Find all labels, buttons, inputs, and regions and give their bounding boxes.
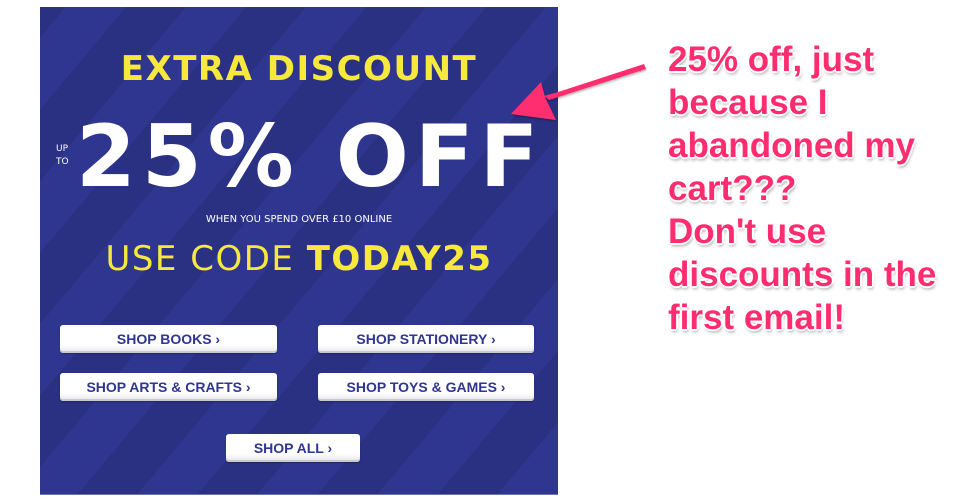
- shop-toys-games-button[interactable]: SHOP TOYS & GAMES ›: [318, 373, 534, 401]
- up-to-label: UP TO: [56, 143, 69, 169]
- shop-all-button[interactable]: SHOP ALL ›: [226, 434, 360, 462]
- annotation-line: because I: [668, 83, 828, 122]
- offer-condition: WHEN YOU SPEND OVER £10 ONLINE: [205, 214, 393, 225]
- promo-code: TODAY25: [306, 239, 493, 279]
- banner-headline: EXTRA DISCOUNT: [120, 49, 478, 89]
- annotation-line: first email!: [668, 298, 845, 337]
- annotation-line: abandoned my: [668, 126, 915, 165]
- shop-stationery-button[interactable]: SHOP STATIONERY ›: [318, 325, 534, 353]
- annotation-line: cart???: [668, 169, 797, 208]
- to-label: TO: [56, 157, 69, 167]
- annotation-line: discounts in the: [668, 255, 937, 294]
- big-offer-text: 25% OFF: [76, 107, 545, 207]
- shop-arts-crafts-button[interactable]: SHOP ARTS & CRAFTS ›: [60, 373, 277, 401]
- up-label: UP: [56, 144, 69, 154]
- email-discount-banner: EXTRA DISCOUNT UP TO 25% OFF WHEN YOU SP…: [40, 7, 558, 494]
- shop-books-button[interactable]: SHOP BOOKS ›: [60, 325, 277, 353]
- promo-code-line: USE CODE TODAY25: [40, 237, 558, 281]
- annotation-line: 25% off, just: [668, 40, 875, 79]
- promo-code-prefix: USE CODE: [105, 239, 307, 279]
- annotation-line: Don't use: [668, 212, 827, 251]
- critique-annotation: 25% off, just because I abandoned my car…: [668, 38, 960, 339]
- offer-row: UP TO 25% OFF: [40, 107, 558, 211]
